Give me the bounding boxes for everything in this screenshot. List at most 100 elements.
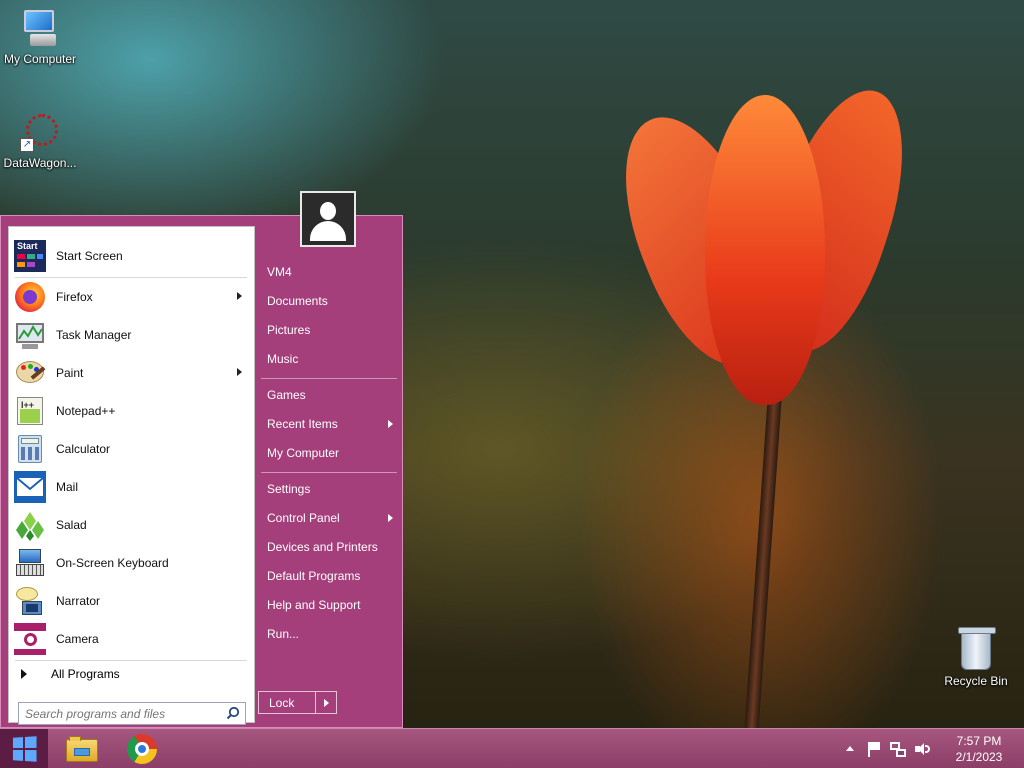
divider (261, 378, 397, 379)
salad-icon (14, 509, 46, 541)
start-item-camera[interactable]: Camera (9, 621, 254, 657)
lock-label: Lock (269, 695, 295, 710)
start-item-paint[interactable]: Paint (9, 355, 254, 391)
start-right-documents[interactable]: Documents (259, 288, 399, 314)
right-item-label: VM4 (267, 265, 292, 279)
start-item-label: Salad (56, 518, 87, 532)
desktop-icon-label: DataWagon... (3, 156, 77, 170)
start-right-music[interactable]: Music (259, 346, 399, 372)
lock-button[interactable]: Lock (259, 692, 316, 713)
taskbar-chrome[interactable] (120, 732, 164, 766)
start-item-label: Mail (56, 480, 79, 494)
mail-icon (14, 471, 46, 503)
desktop-icon-datawagon[interactable]: ↗ DataWagon... (0, 112, 80, 170)
start-right-devices-printers[interactable]: Devices and Printers (259, 534, 399, 560)
right-item-label: Settings (267, 482, 311, 496)
right-item-label: Documents (267, 294, 328, 308)
desktop-icon-label: Recycle Bin (944, 674, 1008, 688)
start-item-calculator[interactable]: Calculator (9, 431, 254, 467)
start-right-vm4[interactable]: VM4 (259, 259, 399, 285)
start-menu-programs-pane: Start Start Screen Firefox Task Manager … (8, 226, 255, 725)
start-screen-icon: Start (14, 240, 46, 272)
firefox-icon (14, 281, 46, 313)
power-options-arrow-button[interactable] (316, 692, 336, 713)
all-programs-button[interactable]: All Programs (9, 661, 254, 687)
divider (15, 277, 247, 278)
start-item-label: Firefox (56, 290, 93, 304)
start-item-narrator[interactable]: Narrator (9, 583, 254, 619)
notepad-plus-plus-icon: I++ (14, 395, 46, 427)
clock-time: 7:57 PM (956, 734, 1002, 748)
desktop-icon-recycle-bin[interactable]: Recycle Bin (944, 627, 1008, 688)
desktop-icon-my-computer[interactable]: My Computer (0, 8, 80, 66)
start-item-label: Narrator (56, 594, 101, 608)
start-item-mail[interactable]: Mail (9, 469, 254, 505)
start-item-label: Task Manager (56, 328, 132, 342)
file-explorer-icon (66, 736, 98, 762)
submenu-arrow-icon (237, 368, 242, 376)
start-item-notepad-plus-plus[interactable]: I++ Notepad++ (9, 393, 254, 429)
start-right-default-programs[interactable]: Default Programs (259, 563, 399, 589)
right-item-label: Default Programs (267, 569, 361, 583)
search-box (18, 702, 246, 725)
right-item-label: Pictures (267, 323, 311, 337)
submenu-arrow-icon (388, 514, 393, 522)
search-input[interactable] (19, 703, 219, 724)
start-item-label: Notepad++ (56, 404, 116, 418)
start-right-control-panel[interactable]: Control Panel (259, 505, 399, 531)
start-item-on-screen-keyboard[interactable]: On-Screen Keyboard (9, 545, 254, 581)
action-center-flag-icon[interactable] (865, 740, 883, 758)
search-icon[interactable] (226, 706, 240, 720)
start-right-pictures[interactable]: Pictures (259, 317, 399, 343)
right-item-label: Control Panel (267, 511, 340, 525)
user-avatar[interactable] (300, 191, 356, 247)
start-right-settings[interactable]: Settings (259, 476, 399, 502)
desktop-icon-label: My Computer (3, 52, 77, 66)
taskbar-file-explorer[interactable] (60, 732, 104, 766)
right-item-label: Recent Items (267, 417, 338, 431)
wallpaper-petal (705, 95, 825, 405)
clock-date: 2/1/2023 (955, 750, 1003, 764)
recycle-bin-icon (958, 627, 996, 670)
start-item-salad[interactable]: Salad (9, 507, 254, 543)
wallpaper-flower-stem (744, 394, 782, 736)
windows-logo-icon (12, 736, 37, 762)
volume-icon[interactable] (913, 740, 931, 758)
submenu-arrow-icon (237, 292, 242, 300)
start-right-help-support[interactable]: Help and Support (259, 592, 399, 618)
taskbar-clock[interactable]: 7:57 PM 2/1/2023 (934, 733, 1024, 765)
start-item-start-screen[interactable]: Start Start Screen (9, 238, 254, 274)
start-menu: Start Start Screen Firefox Task Manager … (0, 215, 403, 728)
start-item-label: Paint (56, 366, 84, 380)
keyboard-icon (14, 547, 46, 579)
start-item-firefox[interactable]: Firefox (9, 279, 254, 315)
lock-button-group: Lock (258, 691, 337, 714)
taskbar: 7:57 PM 2/1/2023 (0, 728, 1024, 768)
camera-icon (14, 623, 46, 655)
divider (261, 472, 397, 473)
right-item-label: Help and Support (267, 598, 361, 612)
user-icon (320, 202, 336, 220)
datawagon-icon: ↗ (20, 112, 60, 152)
start-item-task-manager[interactable]: Task Manager (9, 317, 254, 353)
show-hidden-icons-chevron[interactable] (841, 740, 859, 758)
start-right-recent-items[interactable]: Recent Items (259, 411, 399, 437)
chrome-icon (127, 734, 157, 764)
paint-icon (14, 357, 46, 389)
start-item-label: Calculator (56, 442, 111, 456)
arrow-right-icon (21, 669, 27, 679)
start-right-my-computer[interactable]: My Computer (259, 440, 399, 466)
start-right-run[interactable]: Run... (259, 621, 399, 647)
network-icon[interactable] (889, 740, 907, 758)
calculator-icon (14, 433, 46, 465)
computer-icon (20, 8, 60, 48)
all-programs-label: All Programs (51, 667, 120, 681)
start-button[interactable] (0, 729, 48, 768)
right-item-label: My Computer (267, 446, 340, 460)
right-item-label: Music (267, 352, 299, 366)
start-item-label: On-Screen Keyboard (56, 556, 169, 570)
start-right-games[interactable]: Games (259, 382, 399, 408)
system-tray: 7:57 PM 2/1/2023 (838, 729, 1024, 768)
start-item-label: Camera (56, 632, 99, 646)
task-manager-icon (14, 319, 46, 351)
